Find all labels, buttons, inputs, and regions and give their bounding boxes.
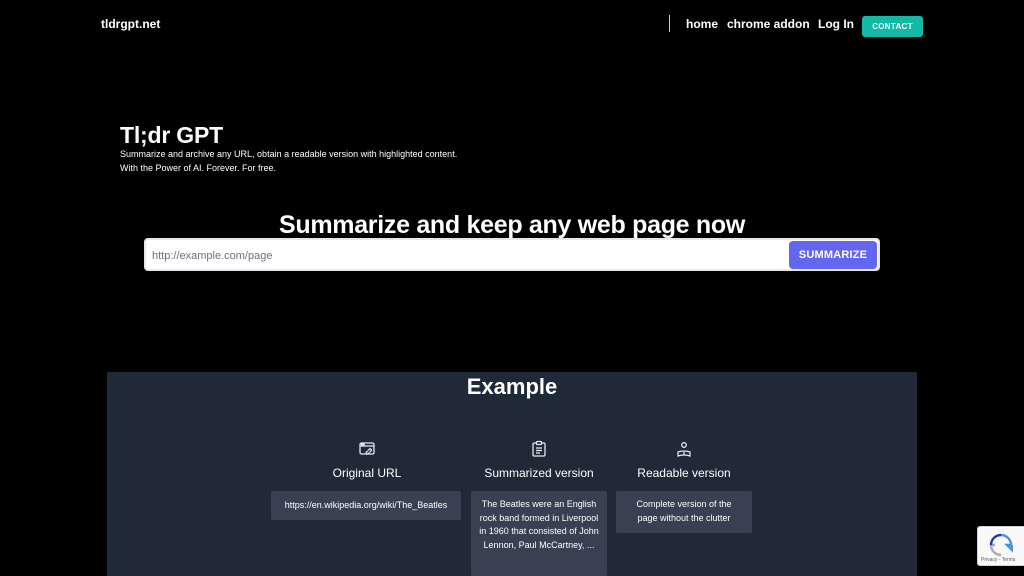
summary-box: The Beatles were an English rock band fo… — [471, 491, 607, 576]
summarize-form: SUMMARIZE — [144, 238, 880, 271]
nav-home-link[interactable]: home — [686, 17, 718, 31]
column-title: Original URL — [332, 466, 402, 480]
column-title: Summarized version — [484, 466, 594, 480]
hero-tagline: Summarize and archive any URL, obtain a … — [120, 149, 458, 159]
recaptcha-links[interactable]: Privacy - Terms — [981, 557, 1015, 563]
brand-link[interactable]: tldrgpt.net — [101, 17, 160, 31]
readable-version-column: Readable version — [604, 440, 764, 480]
hero-subtagline: With the Power of AI. Forever. For free. — [120, 163, 277, 173]
nav-divider — [669, 15, 670, 32]
clipboard-list-icon — [532, 440, 546, 457]
example-section: Example Original URL Summarized version … — [107, 372, 917, 576]
nav-chrome-addon-link[interactable]: chrome addon — [727, 17, 810, 31]
example-title: Example — [466, 374, 558, 399]
browser-link-icon — [359, 442, 375, 455]
hero-title: Tl;dr GPT — [120, 122, 223, 148]
summarized-version-column: Summarized version — [459, 440, 619, 480]
readable-box: Complete version of the page without the… — [616, 491, 752, 533]
contact-button[interactable]: CONTACT — [862, 16, 923, 37]
original-url-box: https://en.wikipedia.org/wiki/The_Beatle… — [271, 491, 461, 520]
cta-heading: Summarize and keep any web page now — [278, 211, 746, 239]
reader-icon — [677, 442, 691, 457]
url-input[interactable] — [152, 244, 782, 267]
recaptcha-icon — [989, 533, 1013, 557]
column-title: Readable version — [637, 466, 731, 480]
original-url-column: Original URL — [287, 440, 447, 480]
recaptcha-badge[interactable]: Privacy - Terms — [977, 526, 1024, 566]
nav-login-link[interactable]: Log In — [818, 17, 854, 31]
summarize-button[interactable]: SUMMARIZE — [789, 241, 877, 269]
